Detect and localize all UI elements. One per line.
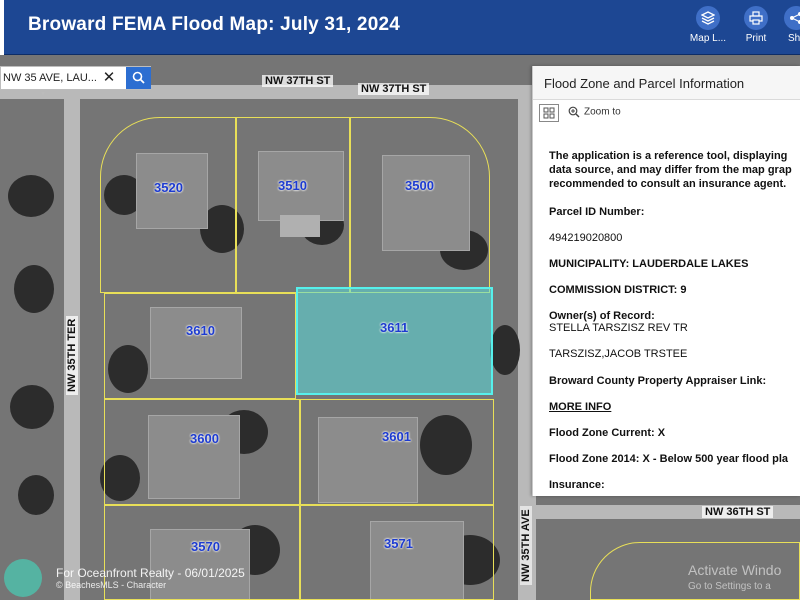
header-edge [0, 0, 4, 55]
search-icon [132, 71, 145, 84]
parcel-label: 3500 [405, 178, 434, 193]
mls-watermark: © BeachesMLS - Character [56, 580, 167, 590]
share-icon [784, 6, 800, 30]
street-label: NW 37TH ST [262, 75, 334, 87]
parcel-label: 3601 [382, 429, 411, 444]
windows-activation-hint: Go to Settings to a [688, 581, 771, 592]
app-title: Broward FEMA Flood Map: July 31, 2024 [28, 14, 400, 35]
brokerage-logo [4, 559, 42, 597]
chevron-down-icon[interactable]: ▾ [36, 90, 50, 98]
zoom-in-icon [568, 106, 580, 118]
owner-name: TARSZISZ,JACOB TRSTEE [549, 348, 688, 360]
share-label: Sh [788, 33, 800, 44]
parcel-label: 3510 [278, 178, 307, 193]
parcel-label: 3611 [380, 320, 409, 335]
search-input[interactable] [1, 67, 101, 89]
parcel-label: 3600 [190, 431, 219, 446]
parcel-3610[interactable] [104, 293, 296, 399]
clear-icon[interactable]: ✕ [100, 69, 118, 87]
brokerage-watermark: For Oceanfront Realty - 06/01/2025 [56, 566, 245, 580]
print-icon [744, 6, 768, 30]
parcel-3510[interactable] [236, 117, 350, 293]
parcel-3500[interactable] [350, 117, 490, 293]
street-label: NW 35TH AVE [520, 506, 532, 585]
parcel-3600[interactable] [104, 399, 300, 505]
disclaimer-line: data source, and may differ from the map… [549, 164, 792, 176]
tree [18, 475, 54, 515]
panel-title: Flood Zone and Parcel Information [533, 66, 800, 100]
parcel-label: 3570 [191, 539, 220, 554]
tree [10, 385, 54, 429]
panel-toolbar: Zoom to [533, 100, 800, 124]
parcel-id-label: Parcel ID Number: [549, 206, 645, 218]
selected-parcel-highlight[interactable] [296, 287, 493, 395]
grid-icon [543, 107, 555, 119]
disclaimer-line: recommended to consult an insurance agen… [549, 178, 787, 190]
parcel-3601[interactable] [300, 399, 494, 505]
app-header: Broward FEMA Flood Map: July 31, 2024 Ma… [0, 0, 800, 55]
flood-zone-2014: Flood Zone 2014: X - Below 500 year floo… [549, 453, 788, 465]
street-label: NW 35TH TER [66, 315, 78, 395]
search-button[interactable] [126, 67, 151, 89]
parcel-3520[interactable] [100, 117, 236, 293]
flood-zone-current: Flood Zone Current: X [549, 427, 666, 439]
appraiser-link-label: Broward County Property Appraiser Link: [549, 375, 767, 387]
layers-icon [696, 6, 720, 30]
address-search[interactable]: ✕ [0, 66, 151, 90]
owners-label: Owner(s) of Record: [549, 310, 655, 322]
commission-district: COMMISSION DISTRICT: 9 [549, 284, 687, 296]
select-features-button[interactable] [539, 104, 559, 122]
owner-name: STELLA TARSZISZ REV TR [549, 322, 688, 334]
parcel-label: 3610 [186, 323, 215, 338]
tree [14, 265, 54, 313]
more-info-link[interactable]: MORE INFO [549, 401, 611, 413]
street-label: NW 37TH ST [358, 83, 430, 95]
zoom-to-button[interactable]: Zoom to [568, 106, 621, 118]
parcel-label: 3571 [384, 536, 413, 551]
flood-zone-info-panel: Flood Zone and Parcel Information Zoom t… [532, 66, 800, 496]
parcel-3571[interactable] [300, 505, 494, 600]
tree [490, 325, 520, 375]
insurance-label: Insurance: [549, 479, 605, 491]
street-label: NW 36TH ST [702, 506, 774, 518]
disclaimer-line: The application is a reference tool, dis… [549, 150, 788, 162]
zoom-to-label: Zoom to [584, 106, 621, 118]
municipality: MUNICIPALITY: LAUDERDALE LAKES [549, 258, 749, 270]
tree [8, 175, 54, 217]
parcel-label: 3520 [154, 180, 183, 195]
windows-activation-title: Activate Windo [688, 562, 782, 578]
share-button[interactable]: Sh [776, 6, 800, 48]
parcel-id-value: 494219020800 [549, 232, 623, 244]
